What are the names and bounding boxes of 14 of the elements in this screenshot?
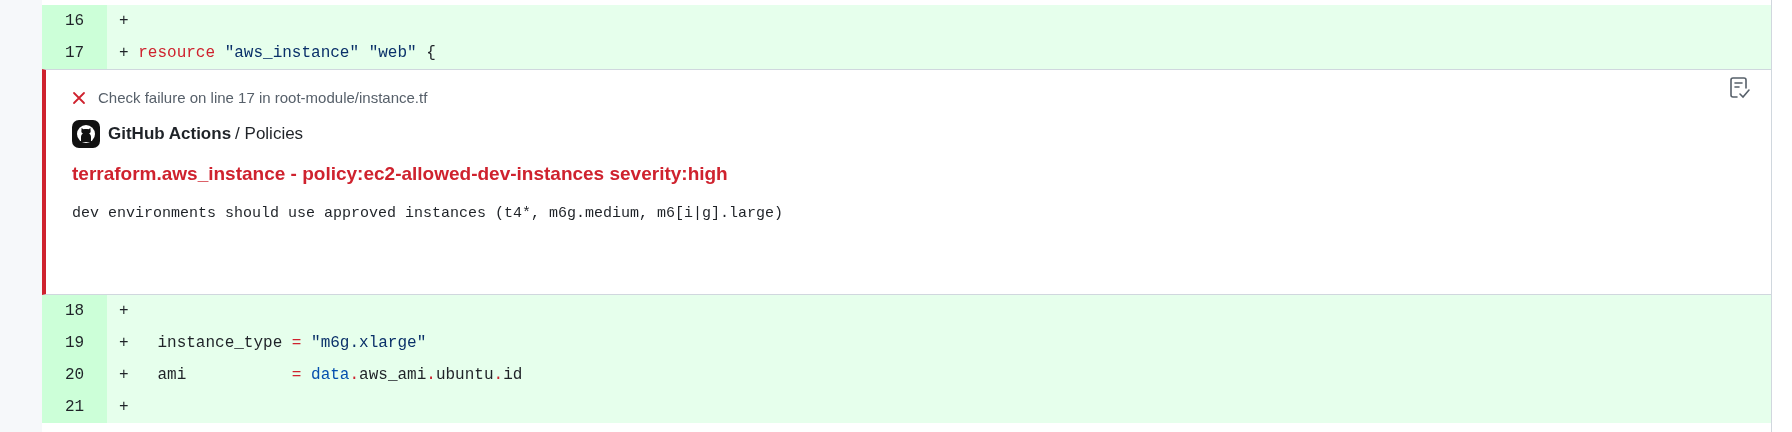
close-icon [72, 91, 86, 105]
app-name: GitHub Actions [108, 123, 232, 146]
checklist-icon[interactable] [1729, 76, 1751, 100]
line-number: 17 [42, 37, 107, 69]
annotation-message: dev environments should use approved instances (t4*, m6g.medium, m6[i|g].large) [72, 203, 785, 224]
line-number: 21 [42, 391, 107, 423]
line-number: 18 [42, 295, 107, 327]
annotation-title: terraform.aws_instance - policy:ec2-allowed-dev-instances severity:high [72, 162, 729, 186]
line-number: 19 [42, 327, 107, 359]
line-number: 16 [42, 5, 107, 37]
octocat-logo-icon [72, 120, 100, 148]
check-name: / Policies [235, 123, 304, 146]
annotation-heading: Check failure on line 17 in root-module/instance.tf [98, 87, 428, 108]
line-number: 20 [42, 359, 107, 391]
